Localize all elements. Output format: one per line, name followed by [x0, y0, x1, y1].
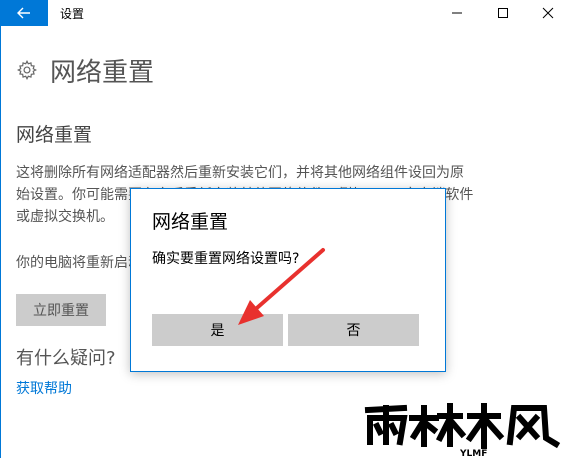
page-header: 网络重置	[16, 50, 154, 90]
window-title: 设置	[60, 7, 85, 21]
title-bar: 设置	[0, 0, 571, 26]
maximize-icon	[498, 8, 508, 18]
section-title: 网络重置	[16, 124, 93, 146]
page-title: 网络重置	[50, 57, 155, 88]
maximize-button[interactable]	[480, 0, 526, 26]
reset-now-button[interactable]: 立即重置	[16, 294, 106, 326]
gear-icon	[16, 59, 38, 81]
dialog-message: 确实要重置网络设置吗?	[152, 251, 300, 267]
close-button[interactable]	[525, 0, 571, 26]
confirm-dialog: 网络重置 确实要重置网络设置吗? 是 否	[130, 188, 446, 372]
no-button[interactable]: 否	[288, 314, 419, 346]
faq-title: 有什么疑问?	[16, 348, 116, 369]
get-help-link[interactable]: 获取帮助	[16, 378, 72, 398]
yes-button[interactable]: 是	[152, 314, 283, 346]
back-button[interactable]	[0, 0, 48, 26]
arrow-left-icon	[17, 7, 30, 19]
ylmf-watermark-logo: YLMF	[364, 403, 561, 458]
minimize-button[interactable]	[434, 0, 480, 26]
window-border	[0, 26, 1, 458]
minimize-icon	[452, 12, 462, 14]
close-icon	[542, 7, 554, 19]
watermark-subtext: YLMF	[459, 449, 487, 458]
dialog-title: 网络重置	[152, 211, 229, 233]
